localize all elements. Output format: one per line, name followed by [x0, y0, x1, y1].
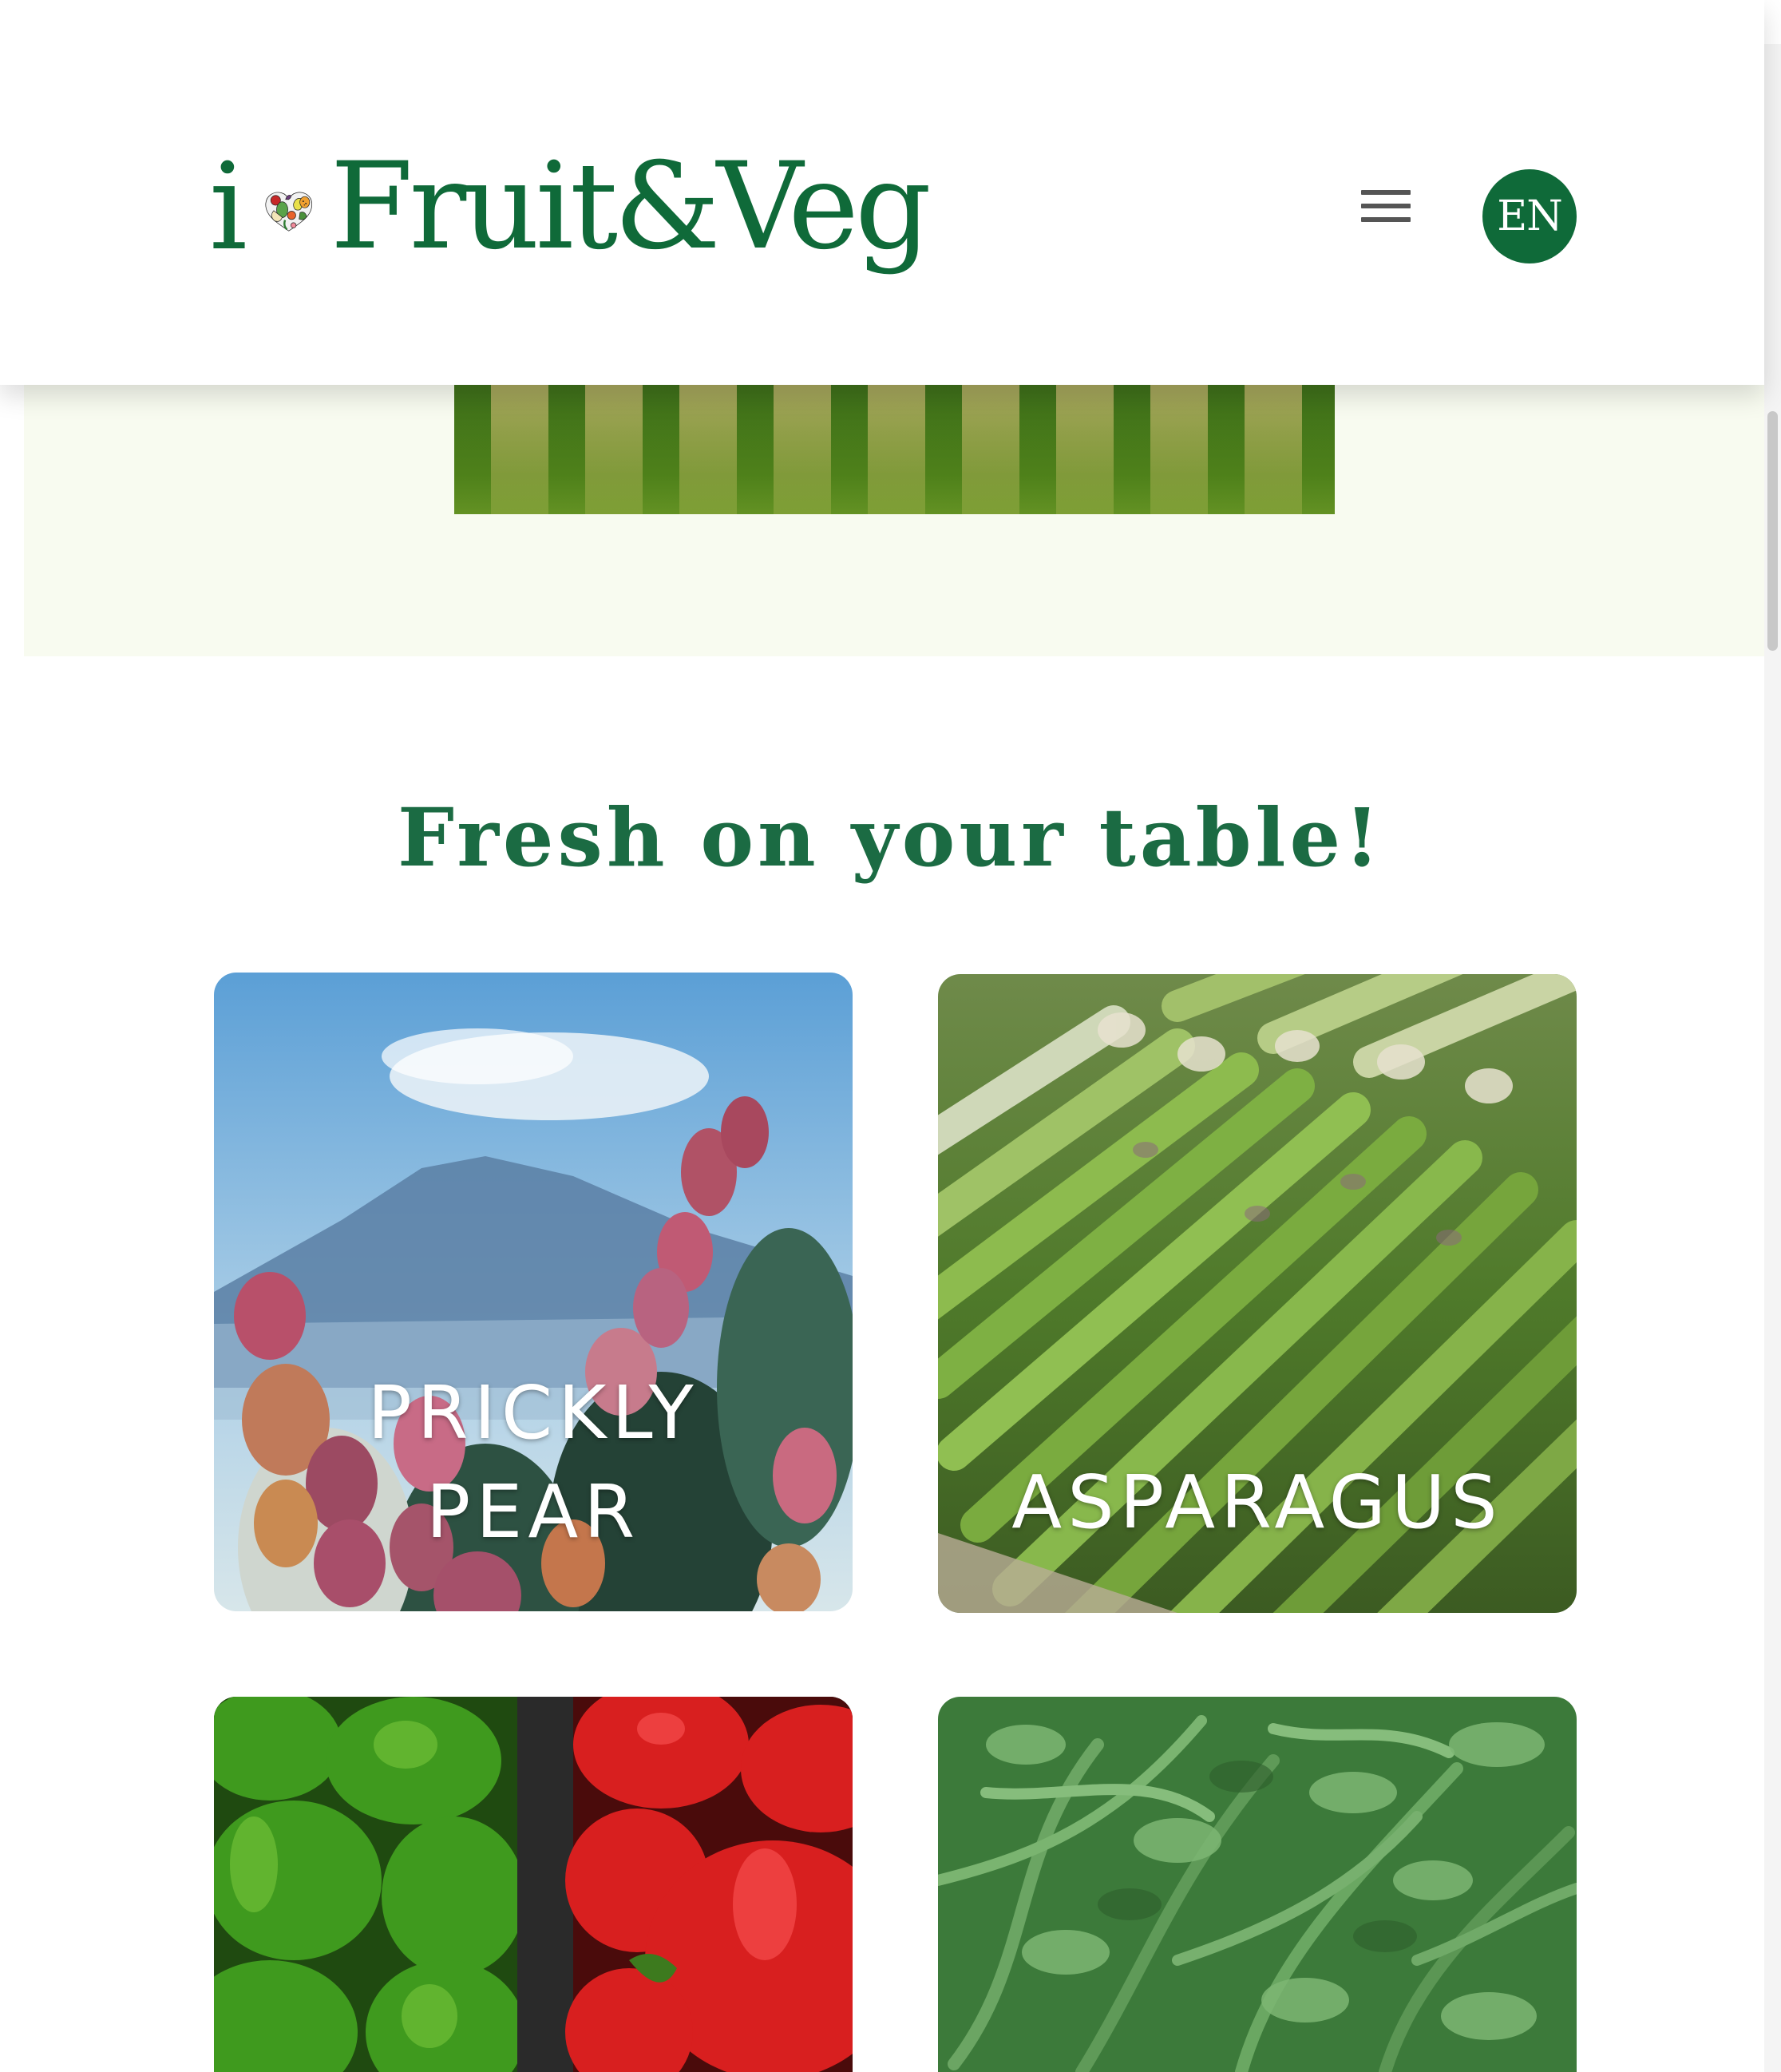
- hamburger-menu-icon[interactable]: [1361, 190, 1411, 235]
- peppers-image: [214, 1697, 853, 2072]
- arugula-image: [938, 1697, 1577, 2072]
- site-logo[interactable]: i Fruit&Veg: [209, 120, 932, 303]
- product-label-prickly-pear: PRICKLY PEAR: [214, 1364, 853, 1562]
- product-card-asparagus[interactable]: ASPARAGUS: [938, 974, 1577, 1613]
- logo-letter-i: i: [209, 138, 247, 277]
- product-label-line-1: PRICKLY: [367, 1370, 699, 1456]
- product-card-prickly-pear[interactable]: PRICKLY PEAR: [214, 973, 853, 1611]
- fruit-veg-heart-icon: [265, 192, 313, 232]
- product-card-peppers[interactable]: [214, 1697, 853, 2072]
- language-switcher-button[interactable]: EN: [1482, 169, 1577, 263]
- page-scrollbar[interactable]: [1764, 44, 1781, 2072]
- site-header: i Fruit&Veg EN: [0, 0, 1764, 385]
- field-rows-image: [454, 385, 1335, 514]
- product-label-line-2: PEAR: [425, 1469, 641, 1555]
- product-label-asparagus: ASPARAGUS: [1011, 1460, 1503, 1545]
- scrollbar-thumb[interactable]: [1767, 411, 1778, 651]
- product-card-arugula[interactable]: [938, 1697, 1577, 2072]
- section-title: Fresh on your table!: [397, 790, 1383, 885]
- logo-wordmark: Fruit&Veg: [330, 137, 932, 276]
